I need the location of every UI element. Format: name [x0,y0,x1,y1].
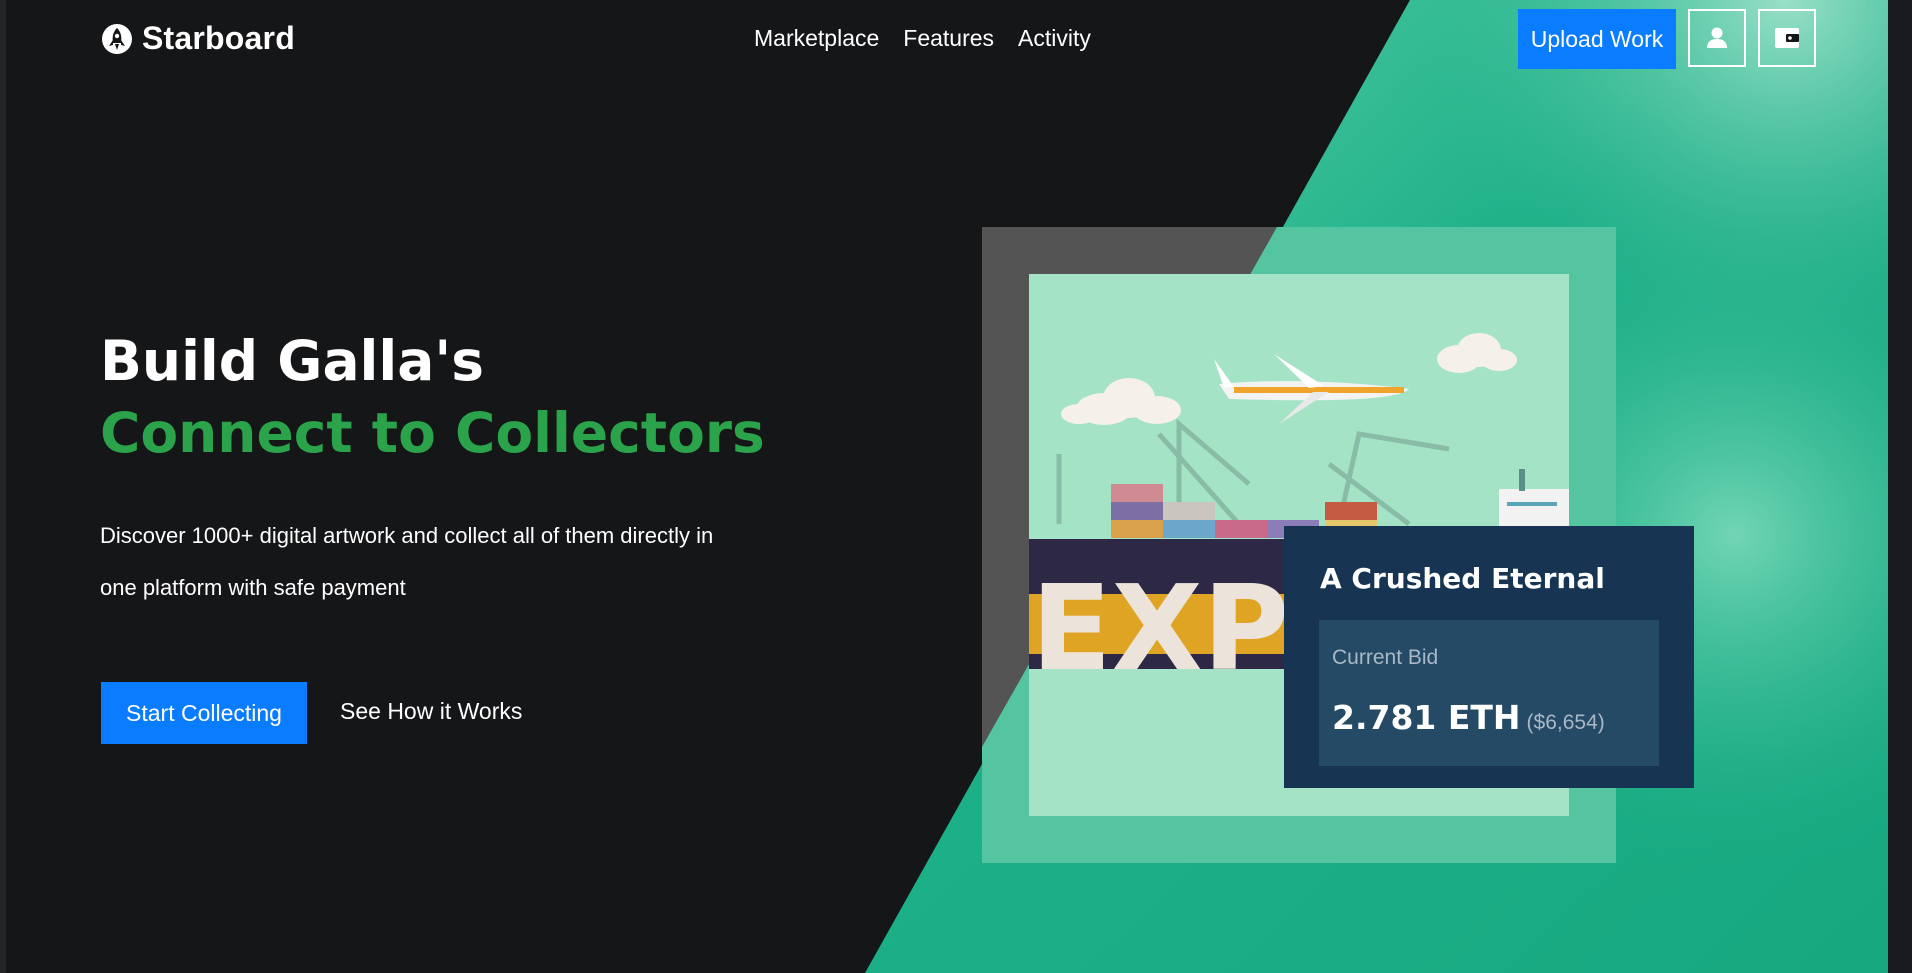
wallet-icon [1775,28,1799,48]
start-collecting-button[interactable]: Start Collecting [101,682,307,744]
bid-card[interactable]: A Crushed Eternal Current Bid 2.781 ETH(… [1284,526,1694,788]
hero-title-line-1: Build Galla's [100,329,484,393]
current-bid-label: Current Bid [1332,646,1439,669]
user-icon [1707,27,1727,48]
right-edge [1888,0,1912,973]
bid-usd-value: ($6,654) [1526,711,1605,734]
hero-title: Build Galla's Connect to Collectors [100,325,765,469]
bid-eth-value: 2.781 ETH [1332,698,1521,737]
main-menu: Marketplace Features Activity [754,25,1091,52]
nav-link-features[interactable]: Features [903,25,994,52]
upload-work-button[interactable]: Upload Work [1518,9,1676,69]
hero-title-line-2: Connect to Collectors [100,401,765,465]
nav-link-activity[interactable]: Activity [1018,25,1091,52]
rocket-logo-icon [102,23,132,54]
hero-description: Discover 1000+ digital artwork and colle… [100,523,714,600]
top-navbar: Starboard Marketplace Features Activity … [0,0,1912,80]
current-bid-box: Current Bid 2.781 ETH ($6,654) [1319,620,1659,766]
brand[interactable]: Starboard [101,20,295,57]
user-button[interactable] [1688,9,1746,67]
nav-link-marketplace[interactable]: Marketplace [754,25,879,52]
brand-name: Starboard [142,20,295,56]
landing-page: Starboard Marketplace Features Activity … [0,0,1912,973]
wallet-button[interactable] [1758,9,1816,67]
artwork-title: A Crushed Eternal [1320,562,1605,595]
current-bid-amount: 2.781 ETH ($6,654) [1332,698,1605,737]
see-how-it-works-link[interactable]: See How it Works [340,698,522,725]
